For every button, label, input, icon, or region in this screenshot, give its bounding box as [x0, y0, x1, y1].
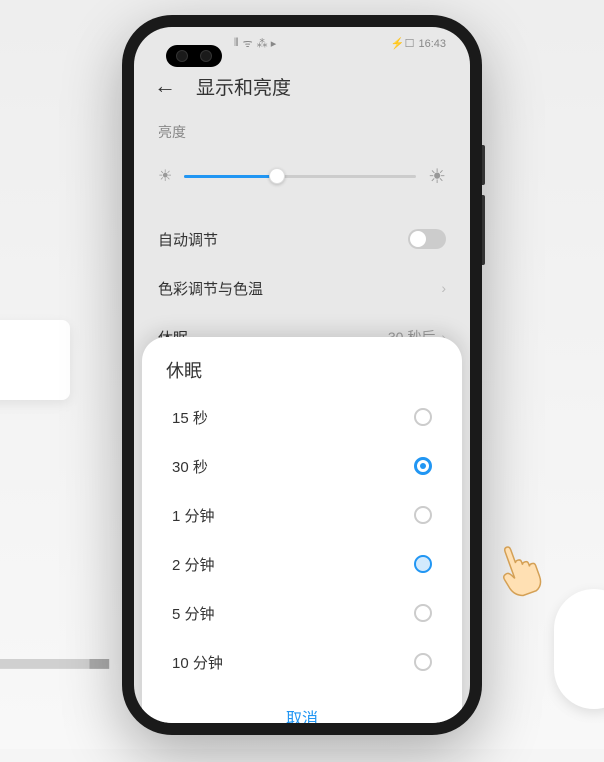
back-icon[interactable]: ←: [154, 73, 176, 99]
sleep-option[interactable]: 5 分钟: [142, 589, 462, 638]
sleep-option[interactable]: 10 分钟: [142, 638, 462, 687]
keyboard-prop: [0, 320, 70, 400]
auto-brightness-toggle[interactable]: [408, 229, 446, 249]
header: ← 显示和亮度: [134, 61, 470, 112]
auto-brightness-row[interactable]: 自动调节: [134, 215, 470, 264]
brightness-slider-row: ☀ ☀: [158, 160, 446, 205]
radio-icon[interactable]: [414, 408, 432, 426]
power-button: [482, 195, 485, 265]
toggle-knob: [410, 231, 426, 247]
auto-brightness-label: 自动调节: [158, 229, 218, 250]
volume-button: [482, 145, 485, 185]
option-label: 2 分钟: [172, 554, 215, 575]
sleep-option[interactable]: 2 分钟: [142, 540, 462, 589]
sleep-modal: 休眠 15 秒 30 秒 1 分钟 2 分钟 5 分钟 10 分钟 取消: [142, 337, 462, 723]
wifi-icon: ᯤ: [243, 36, 253, 51]
option-label: 30 秒: [172, 456, 208, 477]
option-label: 15 秒: [172, 407, 208, 428]
brightness-label: 亮度: [158, 122, 446, 142]
option-label: 5 分钟: [172, 603, 215, 624]
sun-low-icon: ☀: [158, 166, 172, 186]
modal-overlay: 休眠 15 秒 30 秒 1 分钟 2 分钟 5 分钟 10 分钟 取消: [134, 337, 470, 723]
signal-icon: ⫴: [234, 37, 239, 50]
camera-pill: [166, 45, 222, 67]
radio-icon[interactable]: [414, 604, 432, 622]
clock: 16:43: [418, 38, 446, 50]
color-temp-row[interactable]: 色彩调节与色温 ›: [134, 264, 470, 313]
sleep-option[interactable]: 15 秒: [142, 393, 462, 442]
radio-icon[interactable]: [414, 506, 432, 524]
cancel-button[interactable]: 取消: [142, 687, 462, 723]
slider-thumb[interactable]: [269, 168, 285, 184]
radio-icon[interactable]: [414, 653, 432, 671]
slider-fill: [184, 175, 277, 178]
radio-icon[interactable]: [414, 555, 432, 573]
brightness-section: 亮度 ☀ ☀: [134, 112, 470, 215]
sun-high-icon: ☀: [428, 164, 446, 189]
phone-screen: ⫴ ᯤ ⁂ ▸ ⚡☐ 16:43 ← 显示和亮度 亮度 ☀ ☀: [134, 27, 470, 723]
chevron-right-icon: ›: [441, 280, 446, 296]
brightness-slider[interactable]: [184, 175, 416, 178]
radio-icon[interactable]: [414, 457, 432, 475]
mouse-prop: [554, 589, 604, 709]
status-icons: ⁂ ▸: [257, 37, 277, 50]
phone-frame: ⫴ ᯤ ⁂ ▸ ⚡☐ 16:43 ← 显示和亮度 亮度 ☀ ☀: [122, 15, 482, 735]
battery-icon: ⚡☐: [391, 37, 415, 50]
option-label: 1 分钟: [172, 505, 215, 526]
color-temp-label: 色彩调节与色温: [158, 278, 263, 299]
page-title: 显示和亮度: [196, 73, 291, 100]
modal-title: 休眠: [142, 337, 462, 393]
sleep-option[interactable]: 30 秒: [142, 442, 462, 491]
sleep-option[interactable]: 1 分钟: [142, 491, 462, 540]
option-label: 10 分钟: [172, 652, 223, 673]
